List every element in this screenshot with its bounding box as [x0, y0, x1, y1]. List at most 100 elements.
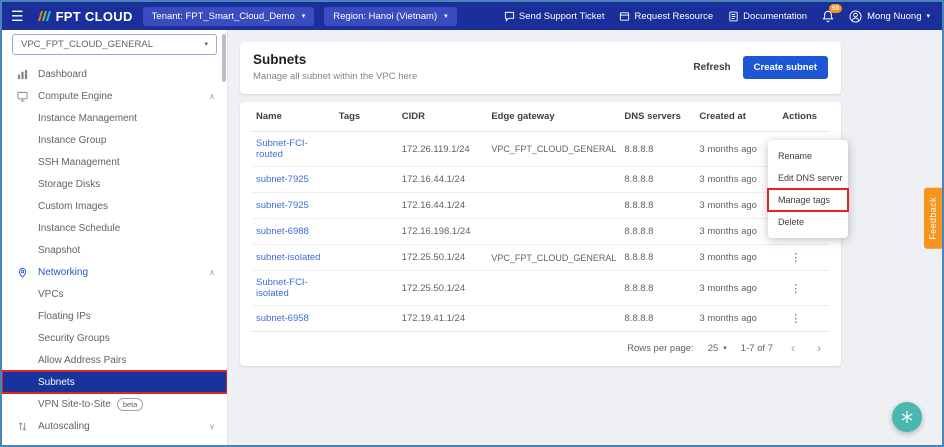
subnet-link[interactable]: subnet-7925	[256, 174, 309, 185]
subnet-link[interactable]: subnet-6988	[256, 226, 309, 237]
edge-gateway-cell	[487, 167, 620, 193]
documentation-link[interactable]: Documentation	[728, 11, 807, 22]
user-menu-button[interactable]: Mong Nuong ▾	[849, 10, 930, 23]
sidebar-nav: Dashboard Compute Engine ∧ Instance Mana…	[2, 63, 227, 437]
sidebar-item-instance-group[interactable]: Instance Group	[2, 129, 227, 151]
sidebar-group-label: Autoscaling	[38, 421, 90, 432]
user-avatar-icon	[849, 10, 862, 23]
documentation-label: Documentation	[743, 11, 807, 22]
hamburger-menu-button[interactable]: ☰	[8, 8, 27, 25]
request-resource-link[interactable]: Request Resource	[619, 11, 713, 22]
send-support-ticket-link[interactable]: Send Support Ticket	[504, 11, 605, 22]
create-subnet-button[interactable]: Create subnet	[743, 56, 828, 79]
row-actions-button[interactable]: ⋮	[782, 282, 809, 295]
menu-item-delete[interactable]: Delete	[768, 211, 848, 233]
sidebar-item-snapshot[interactable]: Snapshot	[2, 239, 227, 261]
sidebar-item-ssh-management[interactable]: SSH Management	[2, 151, 227, 173]
subnet-link[interactable]: subnet-isolated	[256, 252, 320, 263]
dns-cell: 8.8.8.8	[620, 245, 695, 271]
next-page-button[interactable]: ›	[813, 341, 825, 355]
sidebar-item-dashboard[interactable]: Dashboard	[2, 63, 227, 85]
sidebar-item-allow-address-pairs[interactable]: Allow Address Pairs	[2, 349, 227, 371]
page-header-card: Subnets Manage all subnet within the VPC…	[240, 42, 841, 94]
column-header-dns-servers: DNS servers	[620, 102, 695, 132]
edge-gateway-cell: VPC_FPT_CLOUD_GENERAL	[487, 245, 620, 271]
row-actions-button[interactable]: ⋮	[782, 251, 809, 264]
vpc-selector[interactable]: VPC_FPT_CLOUD_GENERAL ▾	[12, 34, 217, 55]
sidebar-group-label: Compute Engine	[38, 91, 113, 102]
sidebar-item-instance-schedule[interactable]: Instance Schedule	[2, 217, 227, 239]
feedback-tab[interactable]: Feedback	[924, 188, 942, 249]
sidebar: VPC_FPT_CLOUD_GENERAL ▾ Dashboard Comput…	[2, 30, 228, 445]
refresh-button[interactable]: Refresh	[693, 62, 730, 73]
tags-cell	[335, 306, 398, 332]
user-name-label: Mong Nuong	[867, 11, 921, 22]
created-at-cell: 3 months ago	[695, 245, 778, 271]
rows-per-page-value: 25	[708, 343, 719, 354]
sidebar-item-label: Allow Address Pairs	[38, 355, 126, 366]
sidebar-item-label: VPCs	[38, 289, 64, 300]
sidebar-item-vpcs[interactable]: VPCs	[2, 283, 227, 305]
tenant-selector[interactable]: Tenant: FPT_Smart_Cloud_Demo ▾	[143, 7, 315, 26]
menu-item-manage-tags[interactable]: Manage tags	[768, 189, 848, 211]
menu-item-rename[interactable]: Rename	[768, 145, 848, 167]
sidebar-item-storage-disks[interactable]: Storage Disks	[2, 173, 227, 195]
notifications-button[interactable]: 59	[822, 10, 834, 23]
previous-page-button[interactable]: ‹	[787, 341, 799, 355]
sidebar-item-label: Instance Management	[38, 113, 137, 124]
table-row: Subnet-FCI-isolated 172.25.50.1/24 8.8.8…	[252, 271, 829, 306]
sidebar-item-security-groups[interactable]: Security Groups	[2, 327, 227, 349]
dns-cell: 8.8.8.8	[620, 271, 695, 306]
cidr-cell: 172.25.50.1/24	[398, 245, 488, 271]
sidebar-item-floating-ips[interactable]: Floating IPs	[2, 305, 227, 327]
edge-gateway-cell	[487, 306, 620, 332]
subnets-table: Name Tags CIDR Edge gateway DNS servers …	[252, 102, 829, 332]
request-resource-label: Request Resource	[634, 11, 713, 22]
table-row: Subnet-FCI-routed 172.26.119.1/24 VPC_FP…	[252, 132, 829, 167]
tags-cell	[335, 245, 398, 271]
fpt-logo-icon	[37, 9, 51, 23]
sidebar-group-label: Networking	[38, 267, 88, 278]
edge-gateway-cell	[487, 271, 620, 306]
sidebar-item-label: Custom Images	[38, 201, 108, 212]
chevron-down-icon: ∨	[209, 422, 215, 431]
region-selector[interactable]: Region: Hanoi (Vietnam) ▾	[324, 7, 456, 26]
cidr-cell: 172.16.44.1/24	[398, 167, 488, 193]
sidebar-group-compute-engine[interactable]: Compute Engine ∧	[2, 85, 227, 107]
subnet-link[interactable]: Subnet-FCI-routed	[256, 138, 308, 160]
table-row: subnet-isolated 172.25.50.1/24 VPC_FPT_C…	[252, 245, 829, 271]
dns-cell: 8.8.8.8	[620, 219, 695, 245]
column-header-actions: Actions	[778, 102, 829, 132]
sidebar-item-vpn-site-to-site[interactable]: VPN Site-to-Site beta	[2, 393, 227, 415]
region-label: Region: Hanoi (Vietnam)	[333, 11, 437, 22]
chevron-down-icon: ▾	[444, 13, 448, 20]
sidebar-item-instance-management[interactable]: Instance Management	[2, 107, 227, 129]
subnet-link[interactable]: subnet-6958	[256, 313, 309, 324]
rows-per-page-select[interactable]: 25 ▾	[708, 343, 727, 354]
tags-cell	[335, 193, 398, 219]
dashboard-icon	[17, 69, 29, 80]
autoscaling-icon	[17, 421, 29, 432]
vpc-selector-label: VPC_FPT_CLOUD_GENERAL	[21, 39, 153, 50]
cidr-cell: 172.25.50.1/24	[398, 271, 488, 306]
support-chat-button[interactable]	[892, 402, 922, 432]
sidebar-group-autoscaling[interactable]: Autoscaling ∨	[2, 415, 227, 437]
sidebar-item-label: Subnets	[38, 377, 75, 388]
documentation-icon	[728, 11, 739, 22]
sidebar-item-label: Instance Schedule	[38, 223, 120, 234]
sidebar-item-subnets[interactable]: Subnets	[2, 371, 227, 393]
sidebar-item-custom-images[interactable]: Custom Images	[2, 195, 227, 217]
sidebar-scrollbar[interactable]	[222, 34, 226, 82]
row-actions-button[interactable]: ⋮	[782, 312, 809, 325]
beta-badge: beta	[117, 398, 144, 411]
edge-gateway-cell: VPC_FPT_CLOUD_GENERAL	[487, 132, 620, 167]
notification-count-badge: 59	[829, 4, 842, 13]
chevron-down-icon: ▾	[723, 345, 727, 352]
menu-item-edit-dns-server[interactable]: Edit DNS server	[768, 167, 848, 189]
pagination: Rows per page: 25 ▾ 1-7 of 7 ‹ ›	[252, 332, 829, 366]
subnet-link[interactable]: subnet-7925	[256, 200, 309, 211]
sidebar-group-networking[interactable]: Networking ∧	[2, 261, 227, 283]
subnet-link[interactable]: Subnet-FCI-isolated	[256, 277, 308, 299]
tags-cell	[335, 167, 398, 193]
tags-cell	[335, 219, 398, 245]
